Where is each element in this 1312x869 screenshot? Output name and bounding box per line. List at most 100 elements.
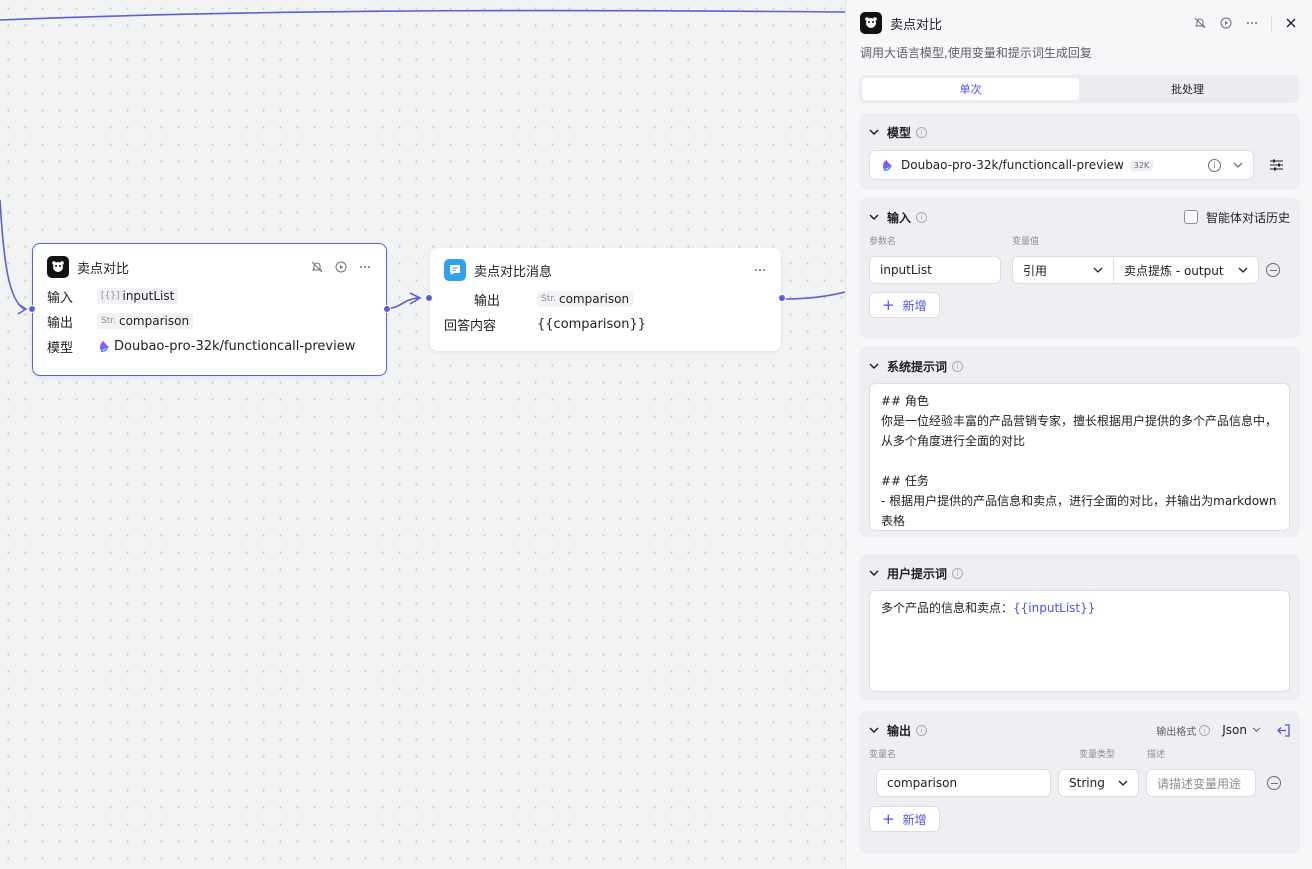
model-section: 模型 i Doubao-pro-32k/functioncall-preview…: [859, 113, 1300, 189]
history-checkbox[interactable]: [1183, 210, 1198, 224]
mode-tabs: 单次 批处理: [859, 75, 1299, 103]
more-icon[interactable]: [753, 263, 767, 277]
doubao-icon: [97, 340, 110, 353]
panel-title[interactable]: 卖点对比: [890, 14, 942, 33]
bell-off-icon[interactable]: [310, 260, 324, 274]
input-label: 输入: [47, 290, 74, 306]
info-icon[interactable]: i: [916, 724, 928, 736]
model-value: Doubao-pro-32k/functioncall-preview: [901, 158, 1124, 172]
more-icon[interactable]: [358, 260, 372, 274]
chevron-down-icon: [1252, 727, 1261, 733]
remove-output-icon[interactable]: [1267, 776, 1281, 790]
info-icon[interactable]: i: [916, 126, 928, 138]
chevron-down-icon[interactable]: [869, 359, 879, 373]
ref-value-select[interactable]: 卖点提炼 - output: [1114, 256, 1259, 284]
user-prompt-heading: 用户提示词: [887, 566, 948, 581]
output-label: 输出: [474, 293, 501, 309]
context-badge: 32K: [1129, 159, 1154, 171]
format-label: 输出格式: [1156, 726, 1197, 738]
input-section: 输入 i 智能体对话历史 参数名 变量值 inputList 引用 卖点提炼 -…: [859, 198, 1300, 338]
chevron-down-icon: [1118, 780, 1128, 787]
node-message-comparison[interactable]: 卖点对比消息 输出 Str. comparison 回答内容 {{comparis…: [425, 248, 786, 351]
param-name-input[interactable]: inputList: [869, 256, 1001, 284]
col-var-value: 变量值: [1012, 237, 1040, 247]
panel-subtitle: 调用大语言模型,使用变量和提示词生成回复: [860, 46, 1092, 60]
edge-into-main[interactable]: [0, 199, 25, 310]
var-name-input[interactable]: comparison: [876, 769, 1051, 797]
chevron-down-icon: [1233, 162, 1243, 169]
input-handle[interactable]: [28, 305, 36, 313]
close-icon[interactable]: [1284, 16, 1298, 30]
settings-sliders-icon[interactable]: [1270, 159, 1283, 171]
output-tag: Str. comparison: [97, 313, 194, 329]
system-prompt-editor[interactable]: ## 角色 你是一位经验丰富的产品营销专家，擅长根据用户提供的多个产品信息中，从…: [869, 383, 1290, 531]
input-heading: 输入: [887, 210, 912, 225]
col-var-type: 变量类型: [1079, 750, 1116, 760]
node-config-panel: 卖点对比 调用大语言模型,使用变量和提示词生成回复 单次 批处理 模型 i Do…: [845, 0, 1312, 869]
chevron-down-icon[interactable]: [869, 125, 879, 139]
edge-msg-out[interactable]: [783, 291, 845, 300]
col-var-name: 变量名: [869, 750, 897, 760]
add-input-button[interactable]: + 新增: [869, 292, 940, 318]
bell-off-icon[interactable]: [1193, 16, 1207, 30]
history-label: 智能体对话历史: [1205, 210, 1290, 225]
input-tag: [{}] inputList: [97, 288, 179, 304]
export-icon[interactable]: [1277, 723, 1290, 737]
model-select[interactable]: Doubao-pro-32k/functioncall-preview 32K …: [869, 150, 1254, 180]
run-icon[interactable]: [334, 260, 348, 274]
tab-single[interactable]: 单次: [862, 78, 1079, 100]
system-prompt-section: 系统提示词 i ## 角色 你是一位经验丰富的产品营销专家，擅长根据用户提供的多…: [859, 347, 1300, 537]
output-handle[interactable]: [778, 294, 786, 302]
info-icon[interactable]: i: [1199, 724, 1211, 736]
var-desc-input[interactable]: 请描述变量用途: [1146, 769, 1256, 797]
run-icon[interactable]: [1219, 16, 1233, 30]
ref-type-select[interactable]: 引用: [1012, 256, 1114, 284]
model-label: 模型: [47, 340, 74, 356]
answer-value: {{comparison}}: [537, 316, 646, 332]
input-handle[interactable]: [425, 294, 433, 302]
doubao-icon: [880, 159, 893, 172]
more-icon[interactable]: [1245, 16, 1259, 30]
col-param-name: 参数名: [869, 237, 897, 247]
llm-logo-icon: [860, 12, 882, 34]
output-label: 输出: [47, 315, 74, 331]
info-icon[interactable]: i: [952, 360, 964, 372]
edge-arrow-main: [17, 303, 28, 315]
tab-batch[interactable]: 批处理: [1079, 78, 1296, 100]
system-prompt-heading: 系统提示词: [887, 359, 948, 374]
model-heading: 模型: [887, 125, 912, 140]
edge-top[interactable]: [0, 9, 845, 21]
user-prompt-editor[interactable]: 多个产品的信息和卖点：{{inputList}}: [869, 590, 1290, 692]
info-icon[interactable]: i: [1208, 158, 1221, 172]
output-tag: Str. comparison: [537, 291, 634, 307]
plus-icon: +: [882, 810, 895, 828]
chevron-down-icon[interactable]: [869, 210, 879, 224]
info-icon[interactable]: i: [952, 567, 964, 579]
chevron-down-icon: [1093, 267, 1103, 274]
node-llm-comparison[interactable]: 卖点对比 输入 [{}] inputList 输出 Str. comparison: [28, 243, 391, 376]
divider: [1271, 15, 1272, 31]
remove-param-icon[interactable]: [1266, 263, 1280, 277]
chevron-down-icon: [1238, 267, 1248, 274]
info-icon[interactable]: i: [916, 211, 928, 223]
output-handle[interactable]: [383, 305, 391, 313]
node-title: 卖点对比消息: [474, 264, 553, 280]
llm-logo-icon: [47, 256, 69, 278]
user-prompt-section: 用户提示词 i 多个产品的信息和卖点：{{inputList}}: [859, 554, 1300, 700]
edge-main-to-msg[interactable]: [389, 297, 421, 309]
edge-layer: [0, 9, 845, 315]
add-output-button[interactable]: + 新增: [869, 806, 940, 832]
chevron-down-icon[interactable]: [869, 566, 879, 580]
answer-label: 回答内容: [444, 318, 497, 334]
plus-icon: +: [882, 296, 895, 314]
output-heading: 输出: [887, 723, 912, 738]
node-title: 卖点对比: [77, 261, 130, 277]
output-section: 输出 i 输出格式 i Json 变量名 变量类型 描述 comparison: [859, 711, 1300, 853]
model-value: Doubao-pro-32k/functioncall-preview: [114, 338, 356, 354]
format-select[interactable]: Json: [1222, 723, 1261, 737]
workflow-canvas[interactable]: 卖点对比 输入 [{}] inputList 输出 Str. comparison: [0, 0, 845, 869]
chevron-down-icon[interactable]: [869, 723, 879, 737]
prompt-variable: {{inputList}}: [1013, 601, 1096, 615]
var-type-select[interactable]: String: [1058, 769, 1139, 797]
col-desc: 描述: [1147, 750, 1166, 760]
